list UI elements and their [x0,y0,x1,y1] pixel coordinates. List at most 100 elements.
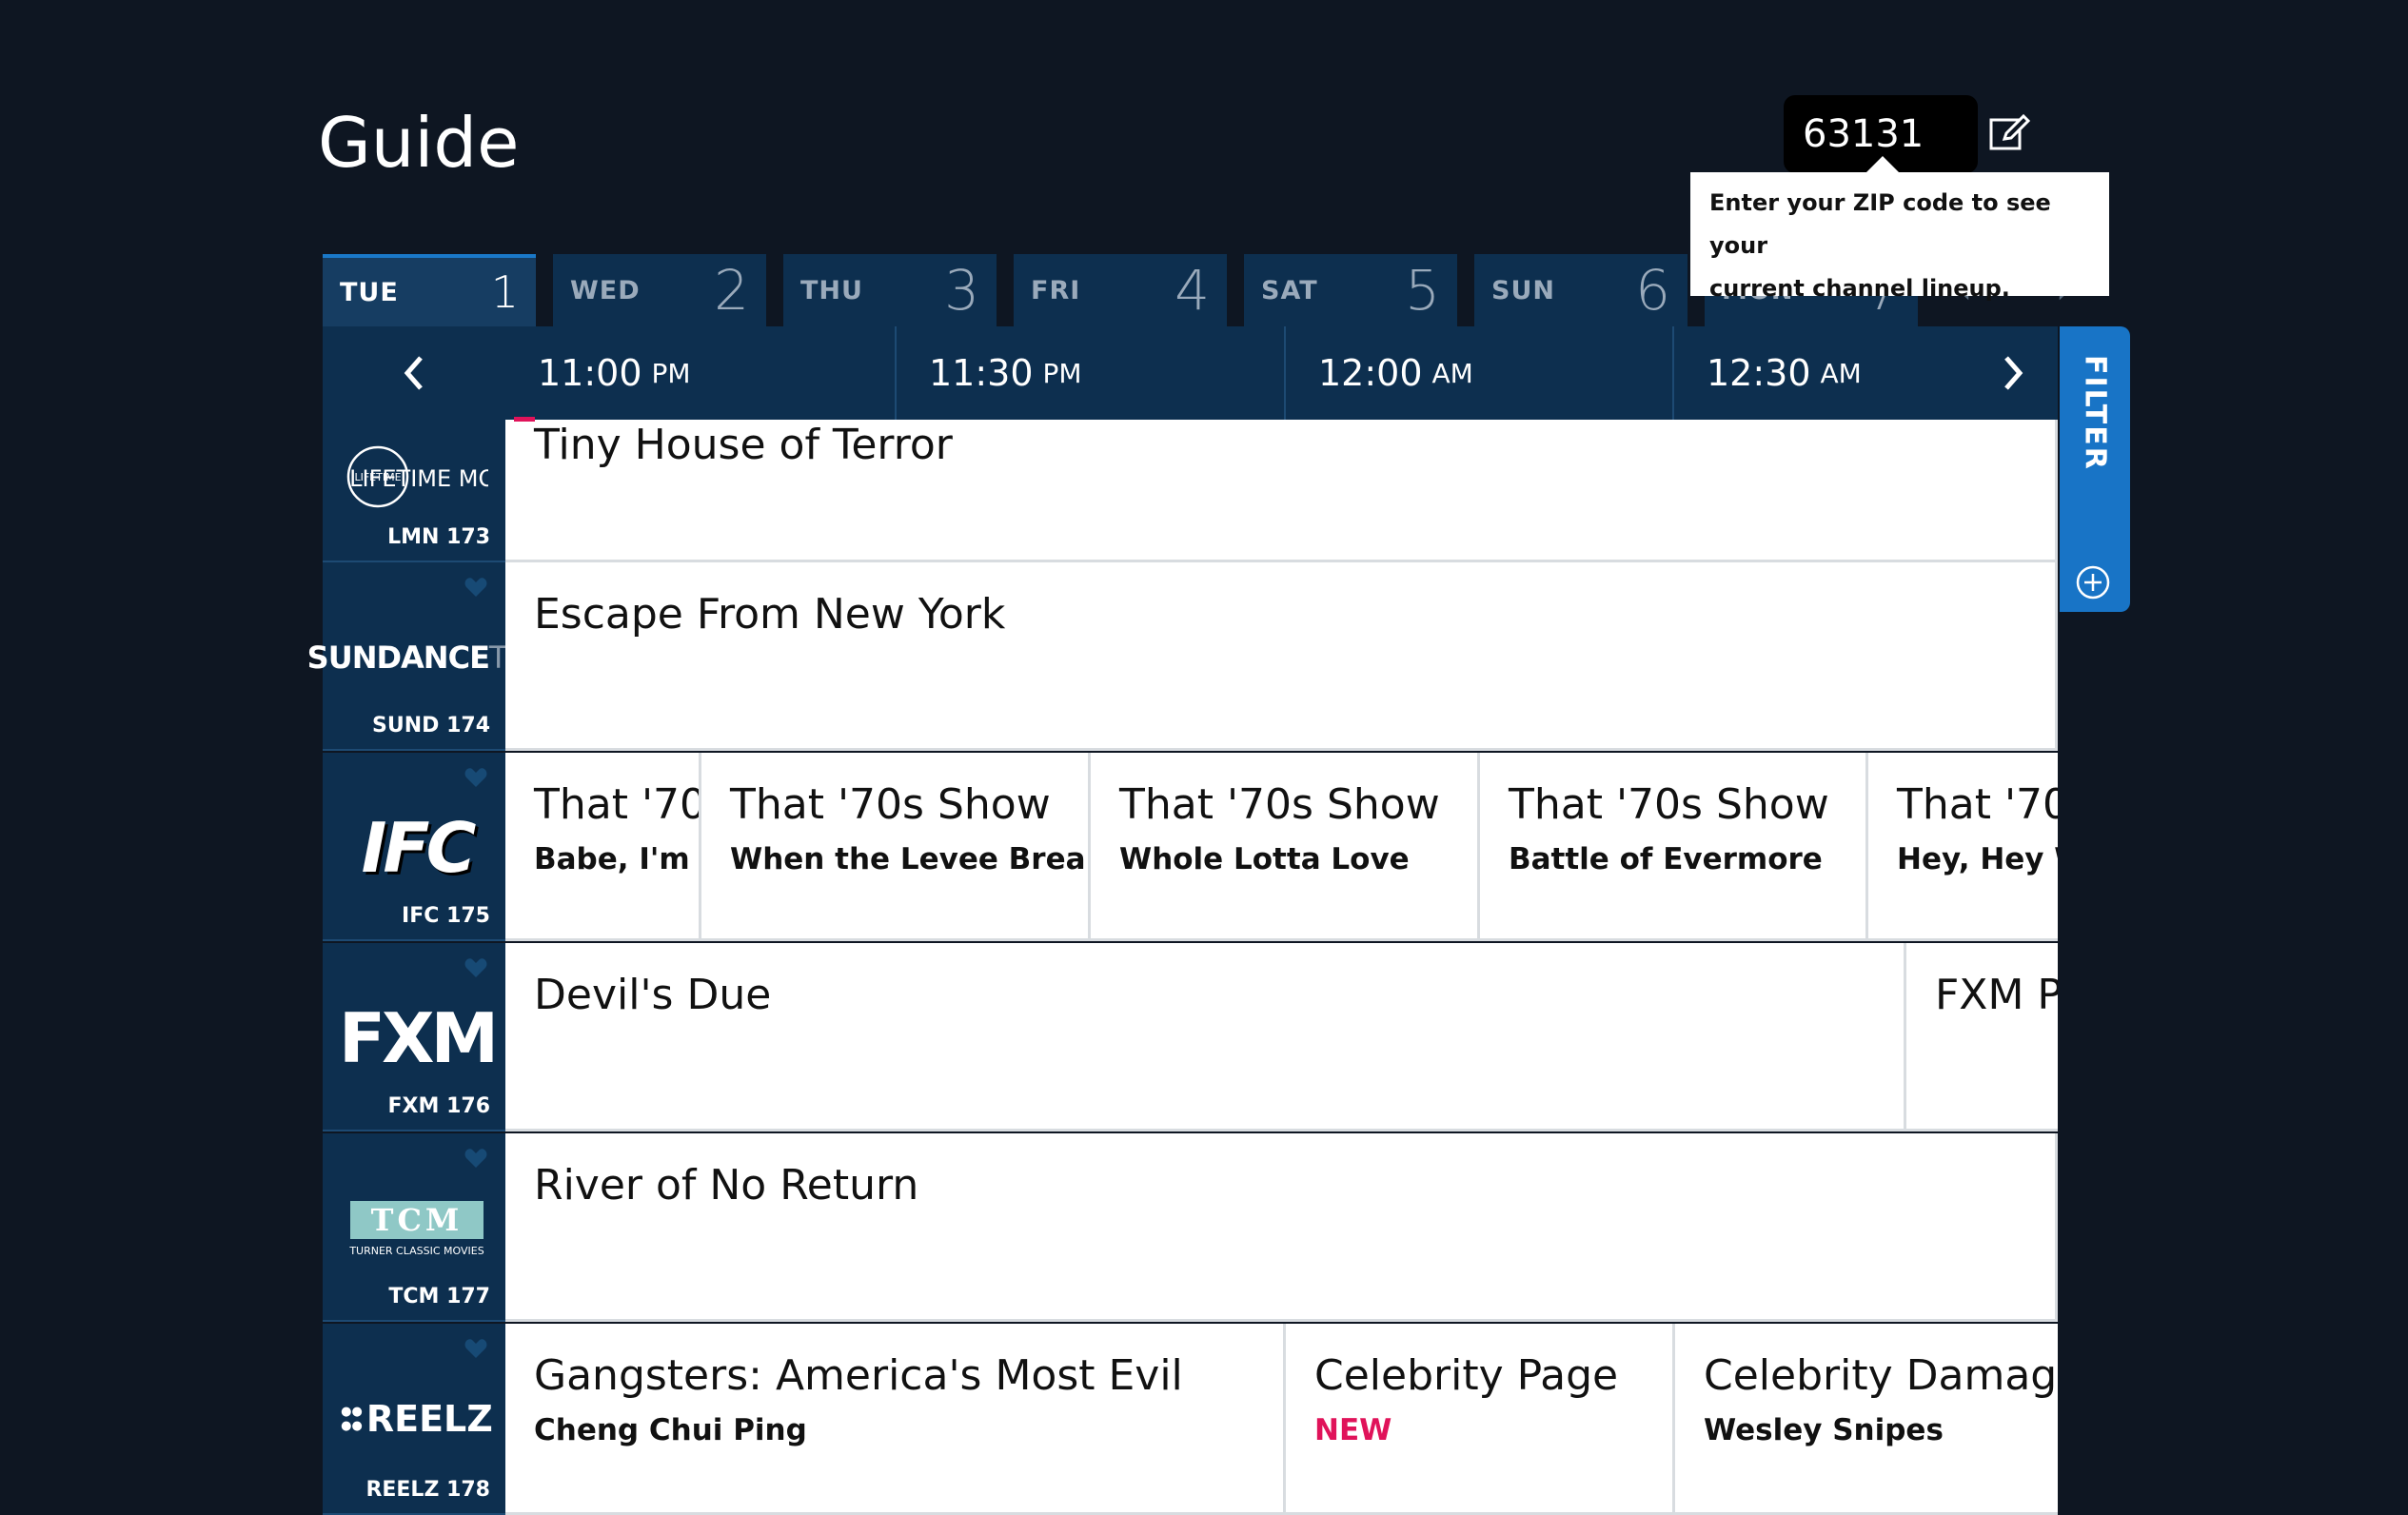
program-cell[interactable]: Gangsters: America's Most Evil Cheng Chu… [505,1324,1286,1515]
time-label: 11:30 [929,352,1034,394]
program-cell[interactable]: That '70s Show Hey, Hey What Can I Do [1868,753,2058,941]
logo-text: REELZ [365,1398,493,1440]
time-slot: 12:30 AM [1672,326,1975,420]
channel-cell[interactable]: LIFETIME LIFETIME MOVIES LMN 173 [323,420,505,562]
program-title: Devil's Due [534,971,772,1019]
program-cell[interactable]: Celebrity Page NEW [1286,1324,1675,1515]
heart-icon[interactable] [464,576,488,599]
channel-cell[interactable]: SUNDANCETV SUND 174 [307,562,527,751]
chevron-right-icon [2004,356,2023,390]
day-tab-wed[interactable]: WED 2 [553,254,766,326]
day-name: SUN [1491,275,1555,305]
episode-title: Whole Lotta Love [1119,842,1410,876]
channel-number: LMN 173 [387,525,490,549]
day-tab-tue[interactable]: TUE 1 [323,254,536,326]
program-cell[interactable]: That '70s Show Battle of Evermore [1480,753,1868,941]
program-cell[interactable]: That '70s Show Babe, I'm Gonna Leave You [505,753,701,941]
day-name: TUE [340,277,399,307]
program-cell[interactable]: Devil's Due [505,943,1906,1131]
day-number: 5 [1405,258,1440,323]
channel-cell[interactable]: FXM FXM 176 [323,943,505,1131]
heart-icon[interactable] [464,1337,488,1360]
tooltip-line-2: current channel lineup. [1709,275,2010,302]
ampm-label: PM [1042,357,1082,389]
program-title: Escape From New York [534,590,1006,639]
filter-label: FILTER [2078,355,2112,471]
time-slot: 11:00 PM [505,326,895,420]
channel-logo: TCM TURNER CLASSIC MOVIES [336,1181,498,1276]
day-name: SAT [1261,275,1318,305]
program-title: Gangsters: America's Most Evil [534,1351,1183,1400]
logo-subtext: TURNER CLASSIC MOVIES [349,1244,484,1257]
episode-title: Wesley Snipes [1704,1413,1944,1447]
reelz-dots-icon: ●● ●● [341,1405,363,1433]
logo-text: FXM [338,998,499,1078]
tooltip-line-1: Enter your ZIP code to see your [1709,189,2051,259]
channel-logo: LIFETIME LIFETIME MOVIES [336,429,498,524]
channel-row: FXM FXM 176 Devil's Due FXM Presents [323,943,2058,1131]
episode-title: Hey, Hey What Can I Do [1897,842,2058,876]
episode-title: Cheng Chui Ping [534,1413,807,1447]
day-tab-sun[interactable]: SUN 6 [1474,254,1688,326]
time-prev-button[interactable] [323,326,505,420]
channel-number: IFC 175 [402,904,490,928]
filter-button[interactable]: FILTER [2060,326,2130,612]
day-tab-fri[interactable]: FRI 4 [1014,254,1227,326]
channel-number: FXM 176 [387,1094,490,1118]
channel-row: SUNDANCETV SUND 174 Escape From New York [307,562,2058,751]
program-title: That '70s Show [1509,780,1829,829]
channel-row: LIFETIME LIFETIME MOVIES LMN 173 Tiny Ho… [323,420,2058,562]
program-cell[interactable]: FXM Presents [1906,943,2058,1131]
day-number: 1 [490,266,519,318]
edit-icon[interactable] [1987,112,2031,156]
episode-title: Battle of Evermore [1509,842,1823,876]
channel-cell[interactable]: IFC IFC 175 [323,753,505,941]
logo-text: TCM [350,1200,484,1239]
time-label: 12:00 [1318,352,1423,394]
current-time-marker [514,417,535,422]
program-cell[interactable]: River of No Return [505,1133,2058,1322]
program-title: That '70s Show [1897,780,2058,829]
channel-row: TCM TURNER CLASSIC MOVIES TCM 177 River … [323,1133,2058,1322]
channel-number: REELZ 178 [365,1478,490,1502]
time-label: 12:30 [1707,352,1811,394]
channel-row: ●● ●● REELZ REELZ 178 Gangsters: America'… [323,1324,2058,1515]
time-label: 11:00 [538,352,642,394]
program-cell[interactable]: Escape From New York [505,562,2058,751]
time-slot: 11:30 PM [895,326,1284,420]
day-name: THU [800,275,863,305]
logo-text: SUNDANCETV [306,639,528,676]
chevron-left-icon [404,356,423,390]
day-number: 3 [944,258,979,323]
channel-cell[interactable]: TCM TURNER CLASSIC MOVIES TCM 177 [323,1133,505,1322]
program-cell[interactable]: That '70s Show When the Levee Breaks [701,753,1091,941]
heart-icon[interactable] [464,766,488,789]
new-badge: NEW [1314,1413,1392,1447]
program-cell[interactable]: Tiny House of Terror [505,420,2058,562]
heart-icon[interactable] [464,956,488,979]
day-number: 6 [1635,258,1670,323]
day-tab-sat[interactable]: SAT 5 [1244,254,1457,326]
program-title: Celebrity Page [1314,1351,1619,1400]
logo-text: LIFETIME MOVIES [349,465,488,492]
program-title: FXM Presents [1935,971,2058,1019]
channel-logo: FXM [336,991,499,1086]
heart-icon[interactable] [464,1147,488,1170]
logo-text: IFC [361,808,477,888]
tooltip-arrow [1865,156,1900,173]
channel-logo: IFC [336,800,498,895]
channel-cell[interactable]: ●● ●● REELZ REELZ 178 [323,1324,505,1515]
day-tab-thu[interactable]: THU 3 [783,254,997,326]
channel-number: SUND 174 [372,714,490,738]
program-title: Celebrity Damage Control [1704,1351,2058,1400]
ampm-label: AM [1431,357,1473,389]
day-number: 4 [1174,258,1210,323]
day-name: FRI [1031,275,1081,305]
program-cell[interactable]: That '70s Show Whole Lotta Love [1091,753,1480,941]
plus-circle-icon [2076,565,2110,600]
ampm-label: PM [651,357,691,389]
channel-number: TCM 177 [388,1285,490,1308]
program-cell[interactable]: Celebrity Damage Control Wesley Snipes [1675,1324,2058,1515]
episode-title: Babe, I'm Gonna Leave You [534,842,699,876]
time-next-button[interactable] [1975,326,2051,420]
